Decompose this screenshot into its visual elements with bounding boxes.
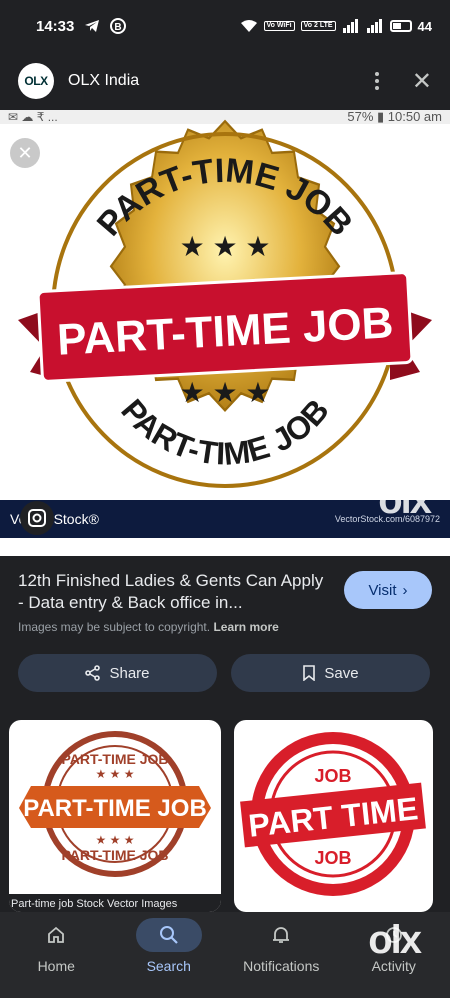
app-header: OLX OLX India ✕ <box>0 52 450 110</box>
lens-icon <box>28 509 46 527</box>
related-card[interactable]: JOB PART TIME JOB <box>234 720 433 912</box>
related-images: PART-TIME JOB PART-TIME JOB PART-TIME JO… <box>0 716 450 912</box>
related-card[interactable]: PART-TIME JOB PART-TIME JOB PART-TIME JO… <box>9 720 221 912</box>
svg-text:★ ★ ★: ★ ★ ★ <box>96 767 135 781</box>
chevron-right-icon: › <box>402 581 408 599</box>
signal-icon <box>342 19 360 33</box>
nav-label-search: Search <box>146 958 191 974</box>
lens-button[interactable] <box>20 501 54 535</box>
hero-dismiss-icon[interactable]: ✕ <box>10 138 40 168</box>
nav-item-home[interactable]: Home <box>0 912 113 998</box>
related-2-sub-top: JOB <box>314 766 351 786</box>
nav-label-notifications: Notifications <box>243 958 320 974</box>
visit-button[interactable]: Visit › <box>344 571 432 609</box>
related-image-1: PART-TIME JOB PART-TIME JOB PART-TIME JO… <box>19 731 211 877</box>
hero-olx-watermark: olx <box>378 478 432 522</box>
nav-item-notifications[interactable]: Notifications <box>225 912 338 998</box>
svg-text:B: B <box>115 22 122 33</box>
share-label: Share <box>109 664 150 682</box>
b-icon: B <box>110 18 127 34</box>
battery-icon <box>389 20 412 32</box>
badge-stars-top: ★ ★ ★ <box>180 231 271 262</box>
search-icon <box>159 926 178 944</box>
learn-more-link[interactable]: Learn more <box>213 620 278 634</box>
related-image-2: JOB PART TIME JOB <box>240 732 426 896</box>
hero-bottom-strip <box>0 538 450 556</box>
nav-item-search[interactable]: Search <box>113 912 226 998</box>
svg-text:PART-TIME JOB: PART-TIME JOB <box>61 847 168 863</box>
battery-level: 44 <box>417 18 432 34</box>
more-options-icon[interactable] <box>372 72 382 90</box>
result-title[interactable]: 12th Finished Ladies & Gents Can Apply -… <box>18 570 328 614</box>
save-button[interactable]: Save <box>231 654 430 692</box>
app-title: OLX India <box>68 72 140 89</box>
share-button[interactable]: Share <box>18 654 217 692</box>
related-1-text: PART-TIME JOB <box>23 795 207 822</box>
nav-olx-watermark: olx <box>368 918 422 962</box>
close-icon[interactable]: ✕ <box>412 67 432 96</box>
save-label: Save <box>324 664 359 682</box>
related-2-sub-bottom: JOB <box>314 848 351 868</box>
bell-icon <box>273 927 290 943</box>
status-bar: 14:33 B Vo WiFi Vo 2 LTE 44 <box>0 0 450 52</box>
wifi-icon <box>240 19 258 33</box>
svg-text:PART-TIME JOB: PART-TIME JOB <box>61 751 168 767</box>
nav-label-home: Home <box>37 958 75 974</box>
related-1-caption: Part-time job Stock Vector Images <box>9 894 221 912</box>
olx-logo: OLX <box>18 63 54 99</box>
result-info: 12th Finished Ladies & Gents Can Apply -… <box>0 556 450 716</box>
share-icon <box>85 665 101 681</box>
svg-text:★ ★ ★: ★ ★ ★ <box>96 833 135 847</box>
network-badge-1: Vo WiFi <box>263 21 295 31</box>
visit-label: Visit <box>368 581 397 599</box>
bookmark-icon <box>303 665 316 681</box>
badge-stars-bottom: ★ ★ ★ <box>180 377 271 408</box>
copyright-text: Images may be subject to copyright. <box>18 620 211 634</box>
copyright-notice: Images may be subject to copyright. Lear… <box>18 620 279 634</box>
home-icon <box>48 926 65 943</box>
signal-icon-2 <box>366 19 384 33</box>
telegram-icon <box>84 19 100 33</box>
network-badge-2: Vo 2 LTE <box>300 21 336 31</box>
status-time: 14:33 <box>36 17 75 35</box>
